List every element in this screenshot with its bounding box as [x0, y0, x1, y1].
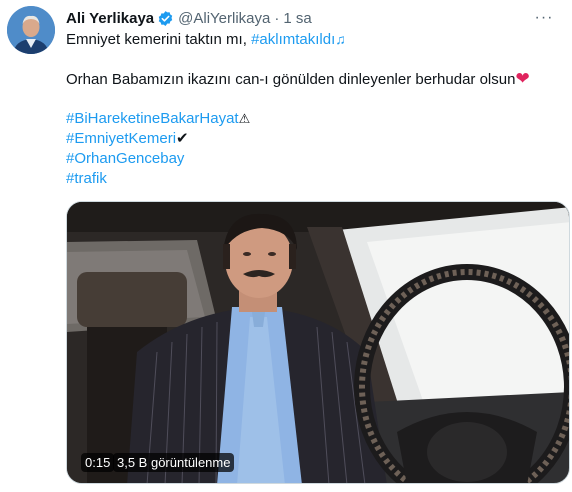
hashtag-emniyetkemeri[interactable]: #EmniyetKemeri [66, 130, 176, 147]
line2-text: Orhan Babamızın ikazını can-ı gönülden d… [66, 71, 516, 88]
hashtag-aklimtakildi[interactable]: #aklımtakıldı [251, 31, 335, 48]
separator-dot: · [274, 9, 280, 27]
music-notes-icon: ♫ [335, 31, 346, 47]
tweet-header: Ali Yerlikaya @AliYerlikaya · 1 sa ··· [66, 8, 556, 28]
hashtag-trafik[interactable]: #trafik [66, 170, 107, 187]
more-options-icon[interactable]: ··· [532, 6, 556, 30]
video-player[interactable]: 0:15 3,5 B görüntülenme [66, 201, 570, 484]
tweet-line-2: Orhan Babamızın ikazını can-ı gönülden d… [66, 69, 558, 90]
warning-icon: ⚠ [238, 111, 251, 126]
hashtag-bihareketinebakarhayat[interactable]: #BiHareketineBakarHayat [66, 110, 239, 127]
hashtag-line: #trafik [66, 169, 558, 189]
avatar-image [7, 6, 55, 54]
avatar[interactable] [7, 6, 55, 54]
hashtag-line: #OrhanGencebay [66, 149, 558, 169]
line1-text: Emniyet kemerini taktın mı, [66, 31, 252, 48]
heart-icon: ❤ [515, 69, 530, 88]
tweet-timestamp[interactable]: 1 sa [283, 10, 311, 27]
check-mark-icon: ✔ [176, 130, 189, 147]
video-duration-badge: 0:15 [81, 453, 115, 472]
tweet-line-1: Emniyet kemerini taktın mı, #aklımtakıld… [66, 29, 558, 50]
hashtag-line: #EmniyetKemeri✔ [66, 129, 558, 149]
video-views-badge: 3,5 B görüntülenme [113, 453, 235, 472]
author-handle[interactable]: @AliYerlikaya [178, 10, 270, 27]
hashtag-line: #BiHareketineBakarHayat⚠ [66, 109, 558, 129]
author-name[interactable]: Ali Yerlikaya [66, 10, 154, 27]
verified-badge-icon [157, 10, 174, 27]
hashtag-orhangencebay[interactable]: #OrhanGencebay [66, 150, 184, 167]
video-thumbnail [67, 202, 569, 483]
